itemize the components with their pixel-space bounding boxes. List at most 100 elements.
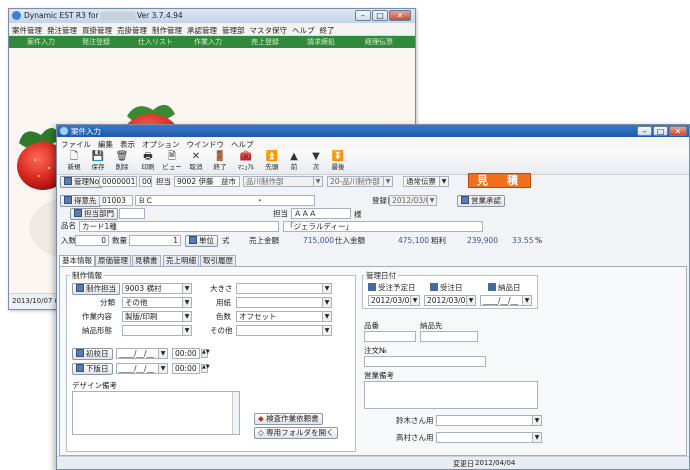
menu-kaikake[interactable]: 買掛管理	[79, 23, 114, 36]
last-button[interactable]: ⏬ 最後	[327, 151, 349, 173]
menu-hatchu[interactable]: 発注管理	[44, 23, 79, 36]
kanri-no-button[interactable]: 管理No	[60, 176, 104, 188]
quick-anken[interactable]: 案件入力	[27, 37, 55, 47]
search-icon	[64, 196, 72, 204]
tab-mitsumori[interactable]: 見積書	[132, 255, 161, 266]
design-note-label: デザイン備考	[72, 381, 117, 390]
front-minimize-button[interactable]: –	[637, 126, 652, 136]
first-button[interactable]: ⏫ 先頭	[261, 151, 283, 173]
shoko-date-field[interactable]: ____/__/__ ▼	[116, 348, 168, 359]
dept-button[interactable]: 担当部門	[70, 208, 118, 220]
preview-button[interactable]: 🗎 ビュー	[161, 151, 183, 173]
print-label: 印刷	[141, 163, 155, 171]
menu-exit[interactable]: 終了	[317, 23, 337, 36]
manual-button[interactable]: 🧰 ﾏﾆｭｱﾙ	[235, 151, 257, 173]
anken-title-bar[interactable]: 案件入力 – □ ✕	[57, 125, 689, 137]
menu-shonin[interactable]: 承認管理	[184, 23, 219, 36]
menu-kanribu[interactable]: 管理部	[219, 23, 247, 36]
spinner-icon[interactable]: ▲▼	[201, 349, 210, 358]
suzuki-select[interactable]: ▼	[436, 415, 542, 426]
minimize-button[interactable]: –	[355, 10, 371, 21]
shoko-time-field[interactable]: 00:00	[172, 348, 200, 359]
kanri-no-field[interactable]: 00000010	[99, 176, 137, 187]
new-button[interactable]: 🗋 新規	[63, 151, 85, 173]
front-maximize-button[interactable]: □	[653, 126, 668, 136]
chevron-down-icon: ▼	[322, 312, 331, 321]
next-button[interactable]: ▼ 次	[305, 151, 327, 173]
yoshi-select[interactable]: ▼	[236, 297, 332, 308]
takamura-select[interactable]: ▼	[436, 432, 542, 443]
gehan-time-field[interactable]: 00:00	[172, 363, 200, 374]
menu-help[interactable]: ヘルプ	[289, 23, 317, 36]
calendar-icon: ▼	[158, 349, 167, 358]
ookisa-select[interactable]: ▼	[236, 283, 332, 294]
nohin-keitai-select[interactable]: ▼	[122, 325, 192, 336]
product-name-field[interactable]: カード1種	[79, 221, 279, 232]
irisu-field[interactable]: 0	[75, 235, 109, 246]
yotei-date-field[interactable]: 2012/03/08 ▼	[368, 295, 420, 306]
customer-button[interactable]: 得意先	[60, 195, 101, 207]
menu-seisaku[interactable]: 制作管理	[149, 23, 184, 36]
main-title-bar[interactable]: Dynamic EST R3 for Ver 3.7.4.94 – □ ✕	[9, 9, 415, 23]
dept2-select[interactable]: 20-品川制作部 ▼	[327, 176, 393, 187]
scrollbar[interactable]	[232, 392, 239, 434]
bunrui-select[interactable]: その他 ▼	[122, 297, 192, 308]
quick-shiire[interactable]: 仕入リスト	[138, 37, 173, 47]
reg-date-field[interactable]: 2012/03/08 ▼	[389, 195, 437, 206]
approve-button[interactable]: 営業承認	[457, 195, 505, 207]
tab-torihiki[interactable]: 取引履歴	[200, 255, 236, 266]
chumon-field[interactable]	[364, 356, 486, 367]
close-button[interactable]: ✕	[389, 10, 411, 21]
juchu-date-field[interactable]: 2012/03/08 ▼	[424, 295, 476, 306]
kanri-sub-field[interactable]: 00	[139, 176, 152, 187]
quick-uriage[interactable]: 売上登録	[251, 37, 279, 47]
nohin-date-field[interactable]: ____/__/__ ▼	[480, 295, 532, 306]
tanto-field[interactable]: 9002 伊藤 益市	[174, 176, 240, 187]
maximize-button[interactable]: □	[372, 10, 388, 21]
kensa-request-button[interactable]: ◆ 検査作業依頼書	[254, 413, 323, 425]
exit-button[interactable]: 🚪 終了	[209, 151, 231, 173]
next-icon: ▼	[312, 151, 320, 162]
qty-field[interactable]: 1	[129, 235, 181, 246]
gehan-button[interactable]: 下版日	[72, 363, 113, 375]
product-subtitle-field[interactable]: 「ジェラルディー」	[283, 221, 483, 232]
quick-hatchu[interactable]: 発注登録	[82, 37, 110, 47]
quick-sagyo[interactable]: 作業入力	[194, 37, 222, 47]
quick-seikyu[interactable]: 請求締処	[307, 37, 335, 47]
prev-button[interactable]: ▲ 前	[283, 151, 305, 173]
front-close-button[interactable]: ✕	[669, 126, 687, 136]
yotei-date-value: 2012/03/08	[371, 296, 415, 305]
cancel-button[interactable]: ✕ 取消	[185, 151, 207, 173]
menu-anken[interactable]: 案件管理	[9, 23, 44, 36]
unit-button[interactable]: 単位	[185, 235, 218, 247]
seisaku-tanto-select[interactable]: 9003 横村 ▼	[122, 283, 192, 294]
hinban-label: 品番	[364, 321, 379, 330]
tab-genka[interactable]: 原価管理	[95, 255, 131, 266]
menu-master[interactable]: マスタ保守	[247, 23, 290, 36]
seisaku-tanto-button[interactable]: 制作担当	[72, 283, 120, 295]
design-note-textarea[interactable]	[72, 391, 240, 435]
quick-keiri[interactable]: 経理伝票	[365, 37, 393, 47]
nohinsaki-field[interactable]	[420, 331, 478, 342]
hinban-field[interactable]	[364, 331, 416, 342]
shikisu-select[interactable]: オフセット ▼	[236, 311, 332, 322]
delete-button[interactable]: 🗑 削除	[111, 151, 133, 173]
spinner-icon[interactable]: ▲▼	[201, 364, 210, 373]
shoko-button[interactable]: 初校日	[72, 348, 113, 360]
menu-urikake[interactable]: 売掛管理	[114, 23, 149, 36]
person-field[interactable]: ＡＡＡ	[291, 208, 351, 219]
denpyo-select[interactable]: 通常伝票 ▼	[403, 176, 449, 187]
save-button[interactable]: 💾 保存	[87, 151, 109, 173]
eigyo-note-textarea[interactable]	[364, 381, 538, 409]
tab-uriage[interactable]: 売上明細	[163, 255, 199, 266]
dept-select[interactable]: 品川制作部 ▼	[243, 176, 323, 187]
customer-name-field[interactable]: ＢＣ ・	[135, 195, 315, 206]
sonota-select[interactable]: ▼	[236, 325, 332, 336]
open-folder-button[interactable]: ◇ 専用フォルダを開く	[254, 427, 338, 439]
print-button[interactable]: 🖶 印刷	[137, 151, 159, 173]
ookisa-label: 大きさ	[210, 284, 233, 293]
customer-code-field[interactable]: 01003	[99, 195, 133, 206]
gehan-date-field[interactable]: ____/__/__ ▼	[116, 363, 168, 374]
sagyo-select[interactable]: 製版/印刷 ▼	[122, 311, 192, 322]
dept-code-field[interactable]	[119, 208, 145, 219]
